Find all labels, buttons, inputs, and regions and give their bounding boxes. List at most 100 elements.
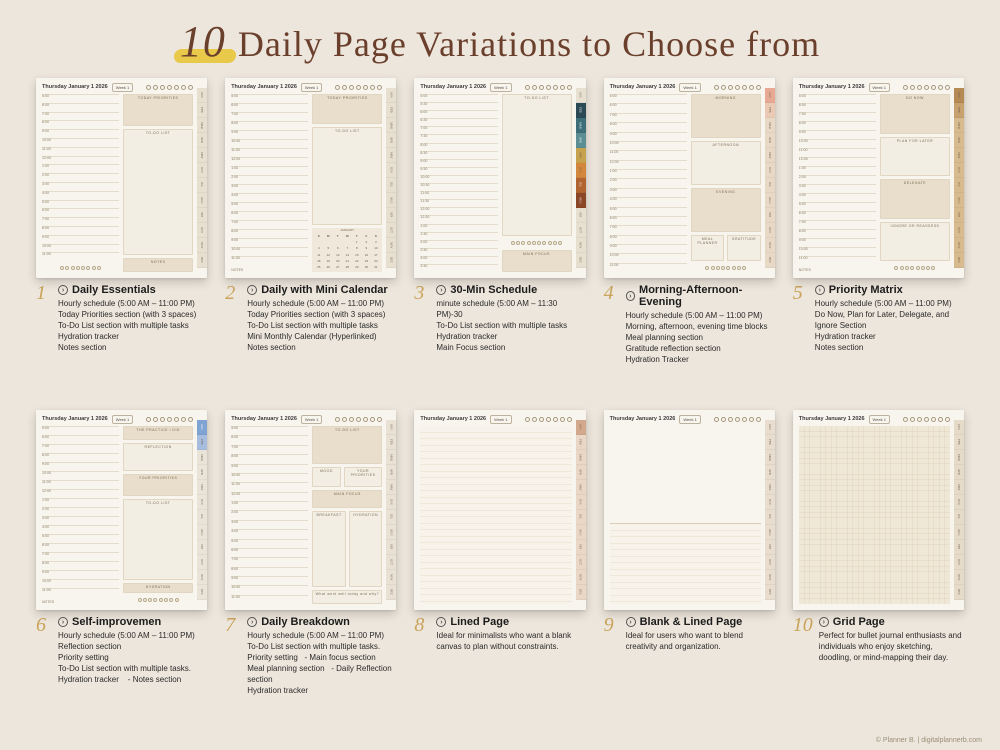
- reflection-block: [123, 443, 193, 471]
- variation-4: JANFEBMARAPRMAYJUNJULAUGSEPOCTNOVDEC Thu…: [604, 78, 775, 402]
- variation-title: Daily with Mini Calendar: [261, 284, 388, 296]
- variation-3: JANFEBMARAPRMAYJUNJULAUGSEPOCTNOVDEC Thu…: [414, 78, 585, 402]
- todo-block: [312, 426, 382, 464]
- variation-number: 3: [414, 284, 430, 353]
- thumb-9: JANFEBMARAPRMAYJUNJULAUGSEPOCTNOVDEC Thu…: [604, 410, 775, 610]
- blank-lined-area: [610, 426, 761, 604]
- notes-label: NOTES: [42, 600, 119, 604]
- notes-label: NOTES: [231, 268, 308, 272]
- variation-bullets: Ideal for minimalists who want a blank c…: [436, 630, 585, 652]
- plan-later-block: [880, 137, 950, 177]
- variation-title: Daily Essentials: [72, 284, 156, 296]
- title-count: 10: [180, 16, 226, 67]
- month-tabs: JANFEBMARAPRMAYJUNJULAUGSEPOCTNOVDEC: [197, 88, 207, 268]
- variation-number: 10: [793, 616, 813, 663]
- thumb-5: JANFEBMARAPRMAYJUNJULAUGSEPOCTNOVDEC Thu…: [793, 78, 964, 278]
- variation-number: 1: [36, 284, 52, 353]
- afternoon-block: [691, 141, 761, 185]
- variation-bullets: Hourly schedule (5:00 AM – 11:00 PM)To-D…: [247, 630, 396, 696]
- chevron-right-icon: ›: [436, 617, 446, 627]
- variation-10: JANFEBMARAPRMAYJUNJULAUGSEPOCTNOVDEC Thu…: [793, 410, 964, 734]
- variation-bullets: Hourly schedule (5:00 AM – 11:00 PM)Toda…: [58, 298, 207, 353]
- variation-title: Priority Matrix: [829, 284, 903, 296]
- priorities-block: [123, 474, 193, 496]
- chevron-right-icon: ›: [58, 617, 68, 627]
- meals-block: [312, 511, 346, 587]
- variation-number: 6: [36, 616, 52, 685]
- month-tabs: JANFEBMARAPRMAYJUNJULAUGSEPOCTNOVDEC: [765, 88, 775, 268]
- month-tabs: JANFEBMARAPRMAYJUNJULAUGSEPOCTNOVDEC: [197, 420, 207, 600]
- variation-number: 7: [225, 616, 241, 696]
- variation-title: 30-Min Schedule: [450, 284, 537, 296]
- variation-title: Morning-Afternoon-Evening: [639, 284, 775, 308]
- thumb-1: JANFEBMARAPRMAYJUNJULAUGSEPOCTNOVDEC Thu…: [36, 78, 207, 278]
- main-focus-block: [312, 490, 382, 508]
- hour-schedule: [610, 94, 687, 272]
- variation-bullets: Hourly schedule (5:00 AM – 11:00 PM)Refl…: [58, 630, 207, 685]
- notes-label: NOTES: [799, 268, 876, 272]
- date-bar: Thursday January 1 2026 Week 1: [42, 82, 193, 92]
- variation-5: JANFEBMARAPRMAYJUNJULAUGSEPOCTNOVDEC Thu…: [793, 78, 964, 402]
- chevron-right-icon: ›: [815, 285, 825, 295]
- daily-reflection-block: [312, 590, 382, 604]
- toolbar-icons: [146, 85, 193, 90]
- priorities-block: [344, 467, 383, 487]
- hydration-tracker: [42, 264, 119, 272]
- month-tabs: JANFEBMARAPRMAYJUNJULAUGSEPOCTNOVDEC: [386, 88, 396, 268]
- variation-title: Lined Page: [450, 616, 509, 628]
- evening-block: [691, 188, 761, 232]
- week-badge: Week 1: [112, 83, 134, 92]
- variations-grid: JANFEBMARAPRMAYJUNJULAUGSEPOCTNOVDEC Thu…: [36, 78, 964, 734]
- chevron-right-icon: ›: [436, 285, 446, 295]
- title-rest: Daily Page Variations to Choose from: [238, 24, 820, 64]
- delegate-block: [880, 179, 950, 219]
- grid-area: [799, 426, 950, 604]
- thumb-2: JANFEBMARAPRMAYJUNJULAUGSEPOCTNOVDEC Thu…: [225, 78, 396, 278]
- variation-1: JANFEBMARAPRMAYJUNJULAUGSEPOCTNOVDEC Thu…: [36, 78, 207, 402]
- today-priorities-block: [312, 94, 382, 124]
- thumb-8: JANFEBMARAPRMAYJUNJULAUGSEPOCTNOVDEC Thu…: [414, 410, 585, 610]
- thumb-7: JANFEBMARAPRMAYJUNJULAUGSEPOCTNOVDEC Thu…: [225, 410, 396, 610]
- page-title: 10 Daily Page Variations to Choose from: [0, 16, 1000, 67]
- footer-credit: © Planner B. | digitalplannerb.com: [876, 737, 982, 744]
- main-focus-block: [502, 250, 572, 272]
- variation-bullets: Hourly schedule (5:00 AM – 11:00 PM)Toda…: [247, 298, 396, 353]
- variation-number: 2: [225, 284, 241, 353]
- hydration-block: [349, 511, 383, 587]
- gratitude-block: [727, 235, 761, 261]
- chevron-right-icon: ›: [626, 291, 635, 301]
- variation-6: JANFEBMARAPRMAYJUNJULAUGSEPOCTNOVDEC Thu…: [36, 410, 207, 734]
- variation-title: Daily Breakdown: [261, 616, 350, 628]
- ignore-block: [880, 222, 950, 262]
- variation-7: JANFEBMARAPRMAYJUNJULAUGSEPOCTNOVDEC Thu…: [225, 410, 396, 734]
- hydration-block: [123, 583, 193, 593]
- hydration-tracker: [123, 596, 193, 604]
- todo-block: [312, 127, 382, 225]
- hour-schedule: [42, 94, 119, 261]
- variation-title: Blank & Lined Page: [640, 616, 743, 628]
- lined-area: [420, 426, 571, 604]
- variation-bullets: Hourly schedule (5:00 AM – 11:00 PM)Morn…: [626, 310, 775, 365]
- hydration-tracker: [880, 264, 950, 272]
- hour-schedule: [42, 426, 119, 597]
- hydration-tracker: [691, 264, 761, 272]
- thumb-3: JANFEBMARAPRMAYJUNJULAUGSEPOCTNOVDEC Thu…: [414, 78, 585, 278]
- variation-8: JANFEBMARAPRMAYJUNJULAUGSEPOCTNOVDEC Thu…: [414, 410, 585, 734]
- month-tabs: JANFEBMARAPRMAYJUNJULAUGSEPOCTNOVDEC: [954, 420, 964, 600]
- variation-bullets: Ideal for users who want to blend creati…: [626, 630, 775, 652]
- todo-block: [123, 129, 193, 255]
- chevron-right-icon: ›: [247, 285, 257, 295]
- meal-planner-block: [691, 235, 725, 261]
- do-now-block: [880, 94, 950, 134]
- halfhour-schedule: [420, 94, 497, 272]
- month-tabs: JANFEBMARAPRMAYJUNJULAUGSEPOCTNOVDEC: [954, 88, 964, 268]
- morning-block: [691, 94, 761, 138]
- practice-block: [123, 426, 193, 440]
- hydration-tracker: [502, 239, 572, 247]
- month-tabs: JANFEBMARAPRMAYJUNJULAUGSEPOCTNOVDEC: [765, 420, 775, 600]
- chevron-right-icon: ›: [247, 617, 257, 627]
- today-priorities-block: [123, 94, 193, 126]
- variation-number: 9: [604, 616, 620, 652]
- hour-schedule: [799, 94, 876, 265]
- thumb-6: JANFEBMARAPRMAYJUNJULAUGSEPOCTNOVDEC Thu…: [36, 410, 207, 610]
